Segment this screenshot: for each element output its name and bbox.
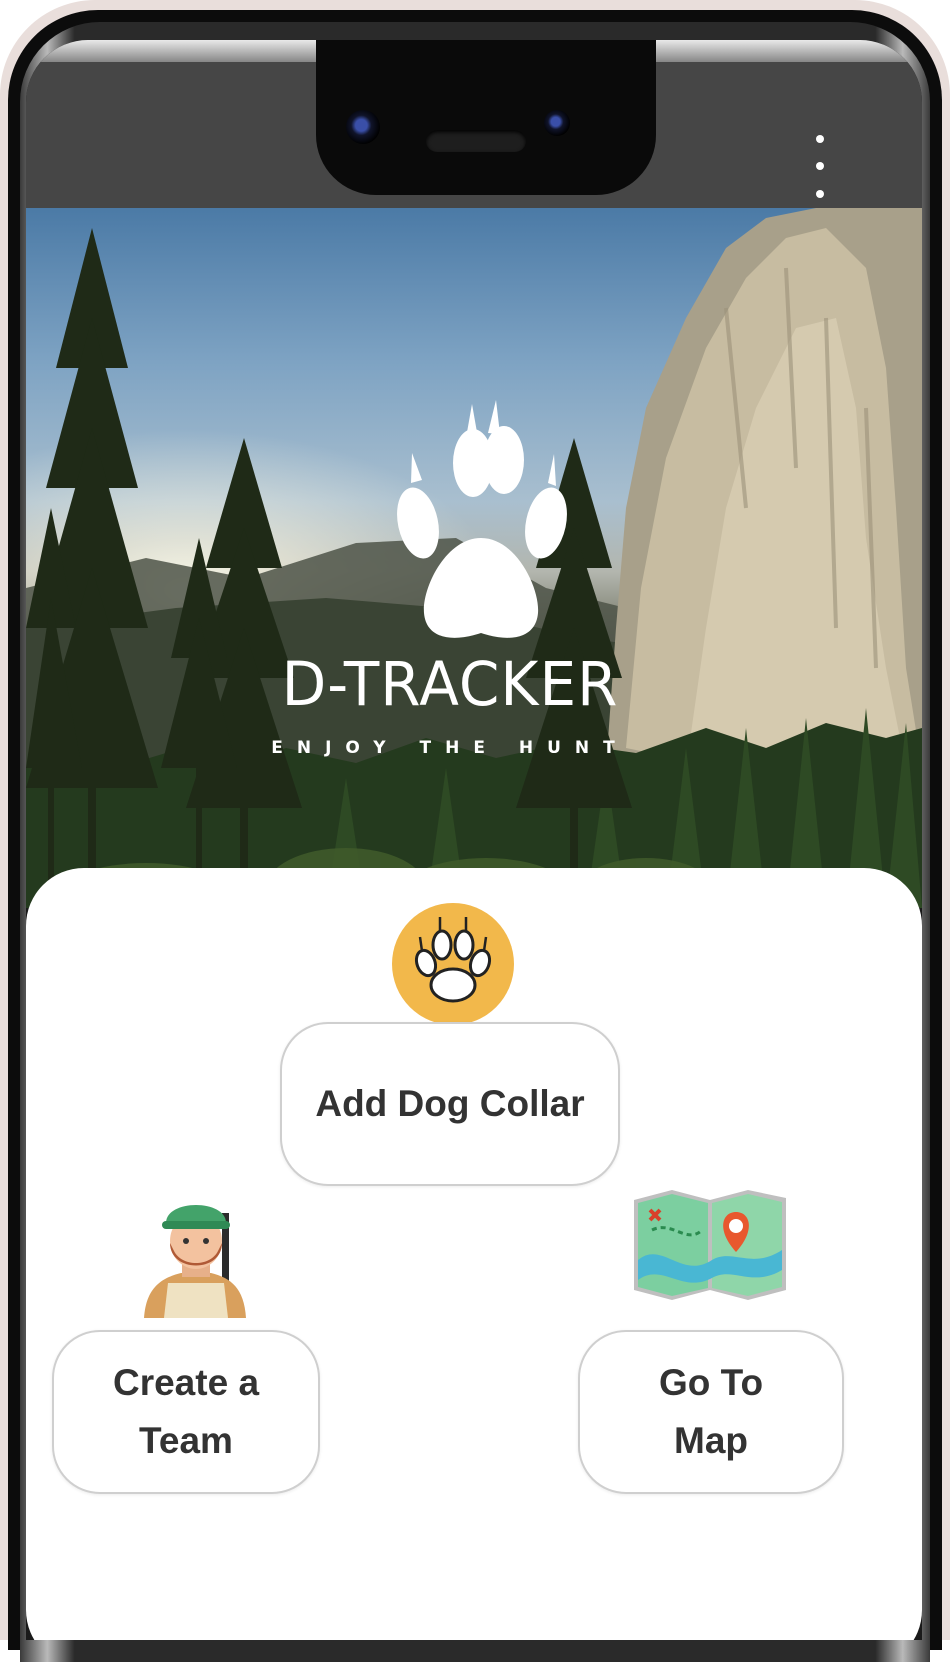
create-team-label-line2: Team [139, 1420, 233, 1461]
sensor-icon [544, 110, 570, 136]
brand-tagline: ENJOY THE HUNT [271, 738, 629, 758]
go-to-map-button[interactable]: Go To Map [578, 1330, 844, 1494]
earpiece-speaker [426, 130, 526, 152]
create-team-label-line1: Create a [112, 1362, 260, 1403]
treasure-map-icon [634, 1190, 786, 1300]
paw-badge-icon [392, 903, 514, 1025]
phone-frame: D-TRACKER ENJOY THE HUNT Add Dog Collar … [0, 0, 950, 1662]
brand-name: D-TRACKER [281, 648, 619, 720]
go-to-map-label-line1: Go To [658, 1362, 764, 1403]
camera-notch [316, 40, 656, 195]
create-team-button[interactable]: Create a Team [52, 1330, 320, 1494]
status-bar [26, 40, 922, 225]
app-screen: D-TRACKER ENJOY THE HUNT Add Dog Collar … [26, 40, 922, 1640]
front-camera-icon [346, 110, 380, 144]
add-dog-collar-label: Add Dog Collar [315, 1083, 585, 1124]
actions-sheet: Add Dog Collar Create a Team Go To Map [26, 868, 922, 1640]
go-to-map-label-line2: Map [674, 1420, 748, 1461]
add-dog-collar-button[interactable]: Add Dog Collar [280, 1022, 620, 1186]
hunter-avatar-icon [144, 1205, 246, 1318]
